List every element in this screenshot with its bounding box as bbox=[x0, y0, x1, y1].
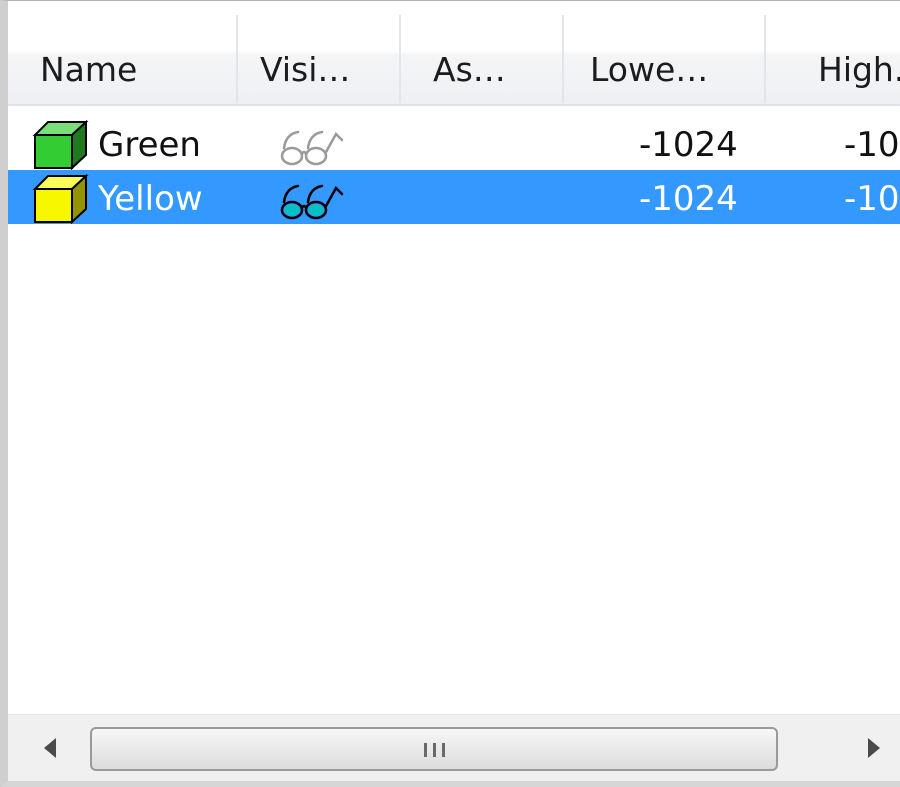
table-row-green[interactable]: Green -1024 -10 bbox=[8, 116, 900, 170]
column-header-name-label: Name bbox=[40, 50, 138, 89]
column-header-higher[interactable]: High. bbox=[766, 1, 900, 104]
cube-icon bbox=[32, 173, 89, 224]
column-header-bar: Name Visi… As… Lowe… High. bbox=[8, 1, 900, 106]
segment-name: Green bbox=[98, 125, 201, 165]
column-header-higher-label: High. bbox=[818, 50, 900, 89]
glasses-icon[interactable] bbox=[278, 180, 346, 220]
segment-list-panel: Name Visi… As… Lowe… High. Green -1024 -… bbox=[0, 0, 900, 787]
column-header-assigned-label: As… bbox=[433, 50, 506, 89]
column-header-lower[interactable]: Lowe… bbox=[564, 1, 766, 104]
lower-threshold-value: -1024 bbox=[639, 125, 738, 165]
column-header-visible[interactable]: Visi… bbox=[238, 1, 401, 104]
glasses-icon[interactable] bbox=[278, 126, 346, 166]
horizontal-scrollbar[interactable] bbox=[8, 714, 900, 781]
column-header-visible-label: Visi… bbox=[260, 50, 351, 89]
lower-threshold-value: -1024 bbox=[639, 179, 738, 219]
arrow-left-icon[interactable] bbox=[40, 735, 60, 761]
segment-name: Yellow bbox=[98, 179, 203, 219]
table-row-yellow[interactable]: Yellow -1024 -10 bbox=[8, 170, 900, 224]
column-header-name[interactable]: Name bbox=[8, 1, 238, 104]
grip-icon bbox=[424, 743, 445, 757]
column-header-lower-label: Lowe… bbox=[590, 50, 709, 89]
cube-icon bbox=[32, 119, 89, 170]
arrow-right-icon[interactable] bbox=[864, 735, 884, 761]
scrollbar-thumb[interactable] bbox=[90, 727, 778, 771]
higher-threshold-value: -10 bbox=[844, 125, 900, 165]
column-header-assigned[interactable]: As… bbox=[401, 1, 564, 104]
higher-threshold-value: -10 bbox=[844, 179, 900, 219]
